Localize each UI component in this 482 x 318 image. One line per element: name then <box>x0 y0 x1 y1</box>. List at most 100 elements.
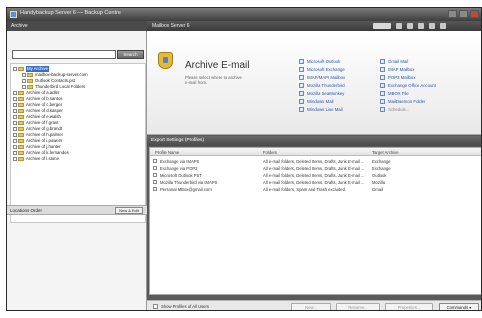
table-row[interactable]: Exchange via IMAPS All e-mail folders, De… <box>150 158 481 165</box>
archive-email-banner: Archive E-mail Please select where to ar… <box>147 31 481 135</box>
expander-icon[interactable] <box>22 73 26 77</box>
row-checkbox[interactable] <box>153 187 157 191</box>
cell-target: Mozilla <box>372 180 386 185</box>
source-link[interactable]: IMAP Mailbox <box>380 65 436 73</box>
app-icon <box>10 11 17 18</box>
window-title: Handybackup Server 6 — Backup Centre <box>20 10 121 16</box>
folder-icon <box>27 73 33 77</box>
table-row[interactable]: Exchange via POP3 All e-mail folders, Del… <box>150 165 481 172</box>
expander-icon[interactable] <box>13 97 17 101</box>
expander-icon[interactable] <box>13 145 17 149</box>
folder-icon <box>27 85 33 89</box>
home-icon[interactable] <box>396 23 402 29</box>
source-link-label: Schedule... <box>388 106 410 112</box>
tree-item[interactable]: Archive of l.stone <box>11 156 145 162</box>
maximize-button[interactable] <box>459 10 468 18</box>
windows-mail-icon <box>299 98 304 104</box>
user-menu[interactable] <box>373 23 391 29</box>
folder-icon <box>18 133 24 137</box>
source-link[interactable]: IMAP/MAPI Mailbox <box>299 73 345 81</box>
mbox-icon <box>380 90 385 96</box>
office-account-icon <box>380 82 385 88</box>
tree-item-label: Archive of l.stone <box>26 156 59 161</box>
source-link-label: Windows Live Mail <box>307 106 343 112</box>
refresh-icon[interactable] <box>407 23 413 29</box>
expander-icon[interactable] <box>13 133 17 137</box>
source-link-label: Gmail Mail <box>388 58 409 64</box>
schedule-icon <box>380 106 385 112</box>
source-link[interactable]: MailDaemon Folder <box>380 97 436 105</box>
expander-icon[interactable] <box>13 91 17 95</box>
locations-bar: Locations Order New & Edit <box>7 205 147 215</box>
settings-icon[interactable] <box>418 23 424 29</box>
table-row[interactable]: Personal MBox@gmail.com All e-mail folder… <box>150 186 481 193</box>
help-icon[interactable] <box>429 23 435 29</box>
source-link[interactable]: Schedule... <box>380 105 436 113</box>
source-links-column-1: Microsoft Outlook Microsoft Exchange IMAP/… <box>299 57 345 113</box>
source-link[interactable]: Windows Mail <box>299 97 345 105</box>
archive-shield-icon <box>158 52 173 69</box>
archive-search-input[interactable] <box>12 50 116 59</box>
layout-icon[interactable] <box>440 23 446 29</box>
new-profile-button[interactable]: New... <box>291 303 331 310</box>
row-checkbox[interactable] <box>153 173 157 177</box>
title-bar[interactable]: Handybackup Server 6 — Backup Centre <box>7 8 481 21</box>
source-link[interactable]: Windows Live Mail <box>299 105 345 113</box>
folder-icon <box>18 139 24 143</box>
row-checkbox[interactable] <box>153 180 157 184</box>
source-link[interactable]: Microsoft Exchange <box>299 65 345 73</box>
rename-profile-button[interactable]: Rename... <box>336 303 380 310</box>
source-link[interactable]: Gmail Mail <box>380 57 436 65</box>
minimize-button[interactable] <box>448 10 457 18</box>
table-row[interactable]: Microsoft Outlook PST All e-mail folders,… <box>150 172 481 179</box>
folder-icon <box>27 79 33 83</box>
archive-tree[interactable]: My Archive mailbox-backup-server.com Outlo… <box>10 63 146 223</box>
source-link[interactable]: Exchange Office Account <box>380 81 436 89</box>
expander-icon[interactable] <box>13 115 17 119</box>
source-link[interactable]: POP3 Mailbox <box>380 73 436 81</box>
expander-icon[interactable] <box>13 157 17 161</box>
source-link[interactable]: MBOX File <box>380 89 436 97</box>
expander-icon[interactable] <box>13 127 17 131</box>
row-checkbox[interactable] <box>153 159 157 163</box>
source-link-label: Microsoft Outlook <box>307 58 341 64</box>
table-row[interactable]: Mozilla Thunderbird via IMAPS All e-mail … <box>150 179 481 186</box>
expander-icon[interactable] <box>13 139 17 143</box>
cell-target: Exchange <box>372 166 391 171</box>
new-edit-button[interactable]: New & Edit <box>115 207 143 214</box>
cell-name: Mozilla Thunderbird via IMAPS <box>160 180 218 185</box>
cell-name: Personal MBox@gmail.com <box>160 187 212 192</box>
expander-icon[interactable] <box>13 121 17 125</box>
bottom-bar: Show Profiles of All Users New... Rename… <box>147 300 481 310</box>
source-link-label: POP3 Mailbox <box>388 74 416 80</box>
folder-icon <box>18 67 24 71</box>
toolbar <box>368 22 446 30</box>
column-header-profile[interactable]: Profile Name <box>155 150 179 155</box>
folder-icon <box>18 127 24 131</box>
expander-icon[interactable] <box>13 103 17 107</box>
source-link[interactable]: Mozilla Thunderbird <box>299 81 345 89</box>
commands-button[interactable]: Commands ▾ <box>439 303 479 310</box>
expander-icon[interactable] <box>13 67 17 71</box>
column-header-target[interactable]: Target Archive <box>372 150 399 155</box>
expander-icon[interactable] <box>22 79 26 83</box>
search-button[interactable]: Search <box>117 50 144 59</box>
main-window: Handybackup Server 6 — Backup Centre Arc… <box>6 7 482 311</box>
table-header: Profile Name Folders Target Archive <box>150 148 481 156</box>
expander-icon[interactable] <box>13 151 17 155</box>
properties-button[interactable]: Properties... <box>385 303 433 310</box>
cell-target: Outlook <box>372 173 387 178</box>
source-link[interactable]: Mozilla SeaMonkey <box>299 89 345 97</box>
banner-description: Please select where to archive e-mail fr… <box>185 75 242 85</box>
source-link-label: Microsoft Exchange <box>307 66 345 72</box>
source-link[interactable]: Microsoft Outlook <box>299 57 345 65</box>
cell-folders: All e-mail folders, Deleted Items, Draft… <box>263 173 365 178</box>
close-button[interactable] <box>470 10 479 18</box>
column-header-folders[interactable]: Folders <box>263 150 277 155</box>
left-pane-header: Archive <box>7 21 147 31</box>
expander-icon[interactable] <box>22 85 26 89</box>
row-checkbox[interactable] <box>153 166 157 170</box>
locations-title: Locations Order <box>10 208 43 213</box>
expander-icon[interactable] <box>13 109 17 113</box>
show-all-users-checkbox[interactable] <box>153 304 158 309</box>
